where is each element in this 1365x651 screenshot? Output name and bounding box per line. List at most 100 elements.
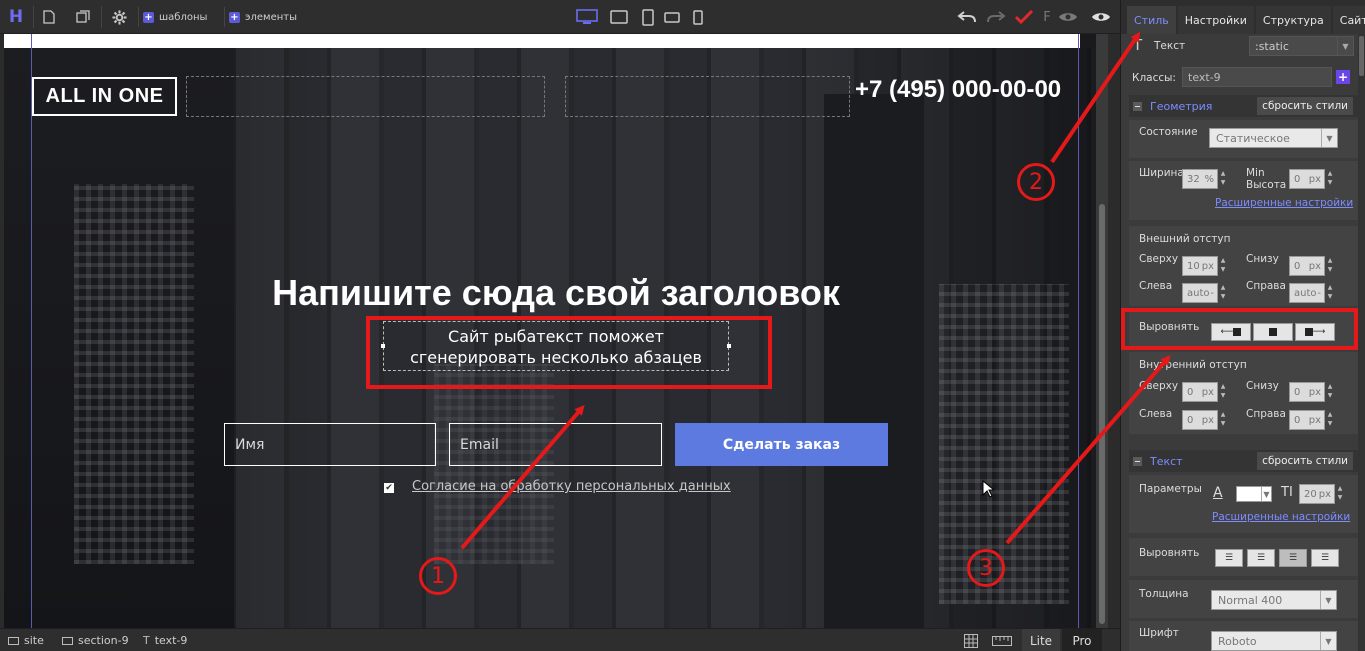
templates-button[interactable]: + шаблоны (138, 7, 213, 27)
email-input[interactable]: Email (449, 423, 662, 466)
margin-bottom-input[interactable]: 0 px (1289, 256, 1325, 276)
breadcrumb-site[interactable]: site (8, 634, 44, 647)
padding-left-stepper[interactable]: ▲ ▼ (1219, 410, 1227, 430)
preview-eye-icon[interactable] (1055, 6, 1081, 28)
width-unit: % (1204, 173, 1214, 185)
margin-left-input[interactable]: auto - (1182, 283, 1218, 303)
app-logo[interactable]: H (6, 6, 26, 28)
empty-header-block[interactable] (565, 76, 850, 117)
advanced-settings-link[interactable]: Расширенные настройки (1215, 197, 1353, 209)
add-class-button[interactable]: + (1336, 70, 1350, 84)
geometry-section-header[interactable]: Геометрия сбросить стили (1129, 95, 1358, 117)
consent-link[interactable]: Согласие на обработку персональных данны… (412, 479, 731, 494)
font-weight-select[interactable]: Normal 400 ▼ (1211, 590, 1337, 610)
min-height-unit: px (1308, 173, 1321, 185)
order-button[interactable]: Сделать заказ (675, 423, 888, 466)
class-tag: text-9 (1188, 70, 1221, 84)
margin-top-stepper[interactable]: ▲ ▼ (1219, 256, 1227, 276)
text-align-left-button[interactable]: ☰ (1215, 549, 1243, 567)
position-select[interactable]: :static ▼ (1249, 36, 1354, 56)
reset-styles-button[interactable]: сбросить стили (1257, 97, 1353, 115)
font-icon[interactable]: F (1040, 6, 1054, 28)
copy-icon[interactable] (72, 6, 94, 28)
margin-bottom-stepper[interactable]: ▲ ▼ (1326, 256, 1334, 276)
breadcrumb-section[interactable]: section-9 (62, 634, 129, 647)
padding-left-input[interactable]: 0 px (1182, 410, 1218, 430)
width-input[interactable]: 32% (1182, 169, 1218, 189)
min-height-label: Min Высота (1246, 167, 1286, 191)
font-size-stepper[interactable]: ▲ ▼ (1336, 484, 1344, 504)
text-align-justify-button[interactable]: ☰ (1311, 549, 1339, 567)
font-weight-label: Толщина (1139, 588, 1189, 600)
width-stepper[interactable]: ▲ ▼ (1219, 169, 1227, 189)
breadcrumb-text[interactable]: Ttext-9 (143, 634, 187, 647)
phone-landscape-icon[interactable] (661, 7, 683, 27)
classes-field[interactable]: text-9 (1182, 67, 1332, 87)
state-select[interactable]: Статическое ▼ (1209, 128, 1338, 148)
desktop-device-icon[interactable] (576, 7, 598, 27)
text-color-picker[interactable]: ▼ (1236, 486, 1272, 502)
min-height-stepper[interactable]: ▲ ▼ (1326, 169, 1334, 189)
text-align-center-button[interactable]: ☰ (1247, 549, 1275, 567)
text-section-header[interactable]: Текст сбросить стили (1129, 450, 1358, 472)
min-height-input[interactable]: 0 px (1289, 169, 1325, 189)
redo-icon[interactable] (984, 6, 1008, 28)
elements-button[interactable]: + элементы (224, 7, 303, 27)
text-icon: T (143, 634, 150, 647)
scrollbar-thumb[interactable] (1099, 204, 1105, 624)
tab-site[interactable]: Сайт (1332, 6, 1365, 34)
unit-label: px (1201, 414, 1214, 426)
margin-left-stepper[interactable]: ▲ ▼ (1219, 283, 1227, 303)
advanced-settings-link[interactable]: Расширенные настройки (1212, 511, 1350, 523)
tablet-portrait-icon[interactable] (637, 7, 659, 27)
name-input[interactable]: Имя (224, 423, 436, 466)
tab-style[interactable]: Стиль (1127, 6, 1176, 34)
font-size-input[interactable]: 20 px (1299, 484, 1335, 504)
scrollbar-thumb[interactable] (1359, 36, 1364, 76)
new-page-icon[interactable] (38, 6, 60, 28)
publish-check-icon[interactable] (1013, 6, 1035, 28)
tab-structure[interactable]: Структура (1255, 6, 1331, 34)
site-logo[interactable]: ALL IN ONE (32, 77, 177, 116)
padding-top-input[interactable]: 0 px (1182, 382, 1218, 402)
margin-right-stepper[interactable]: ▲ ▼ (1326, 283, 1334, 303)
consent-checkbox[interactable]: ✔ (384, 483, 394, 493)
plus-icon: + (143, 11, 154, 23)
gear-icon[interactable] (108, 6, 130, 28)
reset-styles-button[interactable]: сбросить стили (1257, 452, 1353, 470)
font-family-select[interactable]: Roboto ▼ (1211, 631, 1337, 651)
padding-right-input[interactable]: 0 px (1289, 410, 1325, 430)
width-value: 32 (1187, 173, 1200, 185)
empty-header-block[interactable] (186, 76, 545, 117)
building-windows (939, 284, 1069, 604)
pro-mode-button[interactable]: Pro (1062, 629, 1102, 651)
padding-right-stepper[interactable]: ▲ ▼ (1326, 410, 1334, 430)
padding-bottom-stepper[interactable]: ▲ ▼ (1326, 382, 1334, 402)
tab-settings[interactable]: Настройки (1177, 6, 1254, 34)
margin-right-value: auto (1294, 287, 1317, 299)
header-phone[interactable]: +7 (495) 000-00-00 (855, 76, 1061, 104)
state-value: Статическое (1216, 131, 1290, 145)
font-family-label: Шрифт (1139, 627, 1179, 639)
grid-icon[interactable] (960, 629, 982, 651)
hero-headline[interactable]: Напишите сюда свой заголовок (4, 272, 1108, 314)
text-align-right-button[interactable]: ☰ (1279, 549, 1307, 567)
phone-portrait-icon[interactable] (687, 7, 709, 27)
lite-mode-button[interactable]: Lite (1022, 629, 1060, 651)
panel-scrollbar[interactable] (1358, 34, 1365, 651)
tablet-landscape-icon[interactable] (608, 7, 630, 27)
canvas-scrollbar[interactable] (1096, 34, 1108, 628)
margin-right-input[interactable]: auto - (1289, 283, 1325, 303)
mouse-cursor-icon (982, 479, 996, 501)
view-eye-icon[interactable] (1088, 6, 1114, 28)
block-icon (62, 636, 73, 645)
margin-top-input[interactable]: 10 px (1182, 256, 1218, 276)
margin-left-value: auto (1187, 287, 1210, 299)
font-weight-value: Normal 400 (1218, 593, 1283, 607)
ruler-icon[interactable] (990, 629, 1014, 651)
building-windows (74, 184, 194, 564)
padding-right-label: Справа (1246, 408, 1286, 420)
padding-bottom-input[interactable]: 0 px (1289, 382, 1325, 402)
undo-icon[interactable] (955, 6, 979, 28)
padding-top-stepper[interactable]: ▲ ▼ (1219, 382, 1227, 402)
